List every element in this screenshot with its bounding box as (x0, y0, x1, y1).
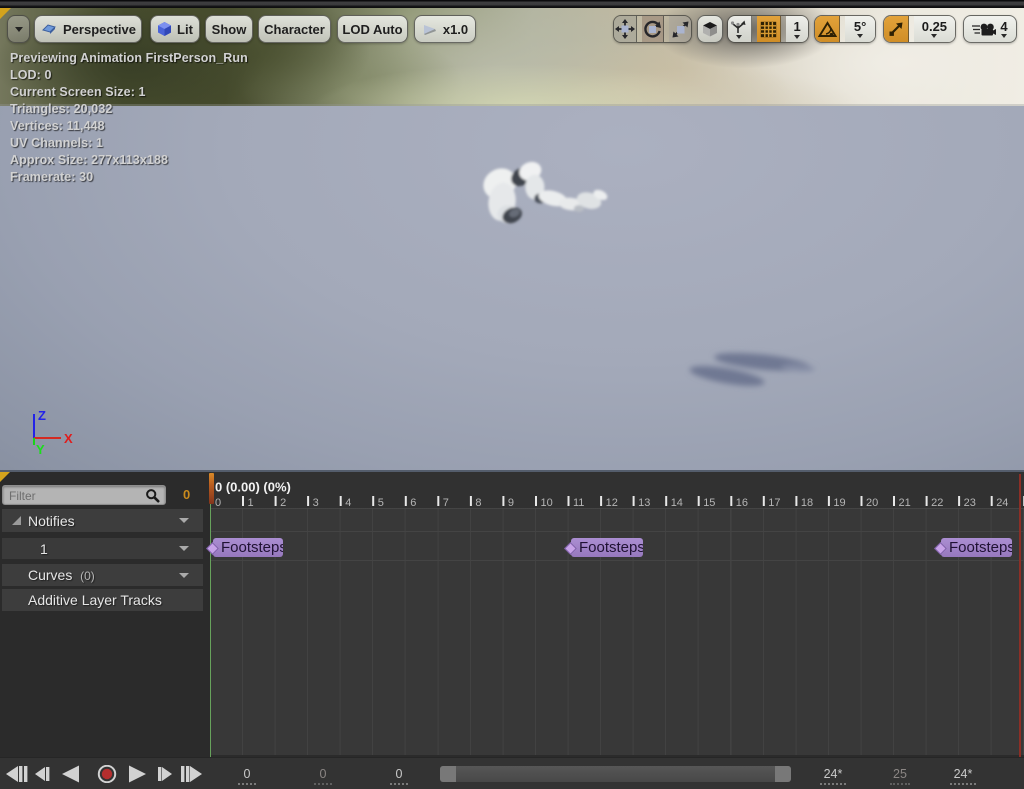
svg-text:11: 11 (573, 497, 584, 508)
svg-text:4: 4 (345, 497, 351, 508)
svg-text:21: 21 (899, 497, 911, 508)
svg-text:16: 16 (736, 497, 748, 508)
svg-text:X: X (64, 431, 73, 446)
svg-text:17: 17 (768, 497, 780, 508)
svg-text:5: 5 (378, 497, 384, 508)
svg-text:2: 2 (280, 497, 286, 508)
svg-text:18: 18 (801, 497, 813, 508)
svg-text:1: 1 (248, 497, 254, 508)
svg-text:7: 7 (443, 497, 449, 508)
svg-text:13: 13 (638, 497, 650, 508)
svg-text:Z: Z (38, 408, 46, 423)
svg-text:6: 6 (410, 497, 416, 508)
svg-text:14: 14 (671, 497, 683, 508)
svg-text:20: 20 (866, 497, 878, 508)
svg-text:15: 15 (703, 497, 715, 508)
svg-text:0: 0 (215, 497, 221, 508)
svg-text:8: 8 (475, 497, 481, 508)
svg-text:10: 10 (541, 497, 553, 508)
svg-text:0 (0.00) (0%): 0 (0.00) (0%) (215, 480, 291, 495)
svg-text:19: 19 (833, 497, 845, 508)
svg-text:12: 12 (606, 497, 618, 508)
svg-text:23: 23 (964, 497, 976, 508)
svg-text:9: 9 (508, 497, 514, 508)
svg-text:22: 22 (931, 497, 943, 508)
svg-text:24: 24 (996, 497, 1008, 508)
svg-text:3: 3 (313, 497, 319, 508)
svg-text:Y: Y (36, 442, 45, 457)
